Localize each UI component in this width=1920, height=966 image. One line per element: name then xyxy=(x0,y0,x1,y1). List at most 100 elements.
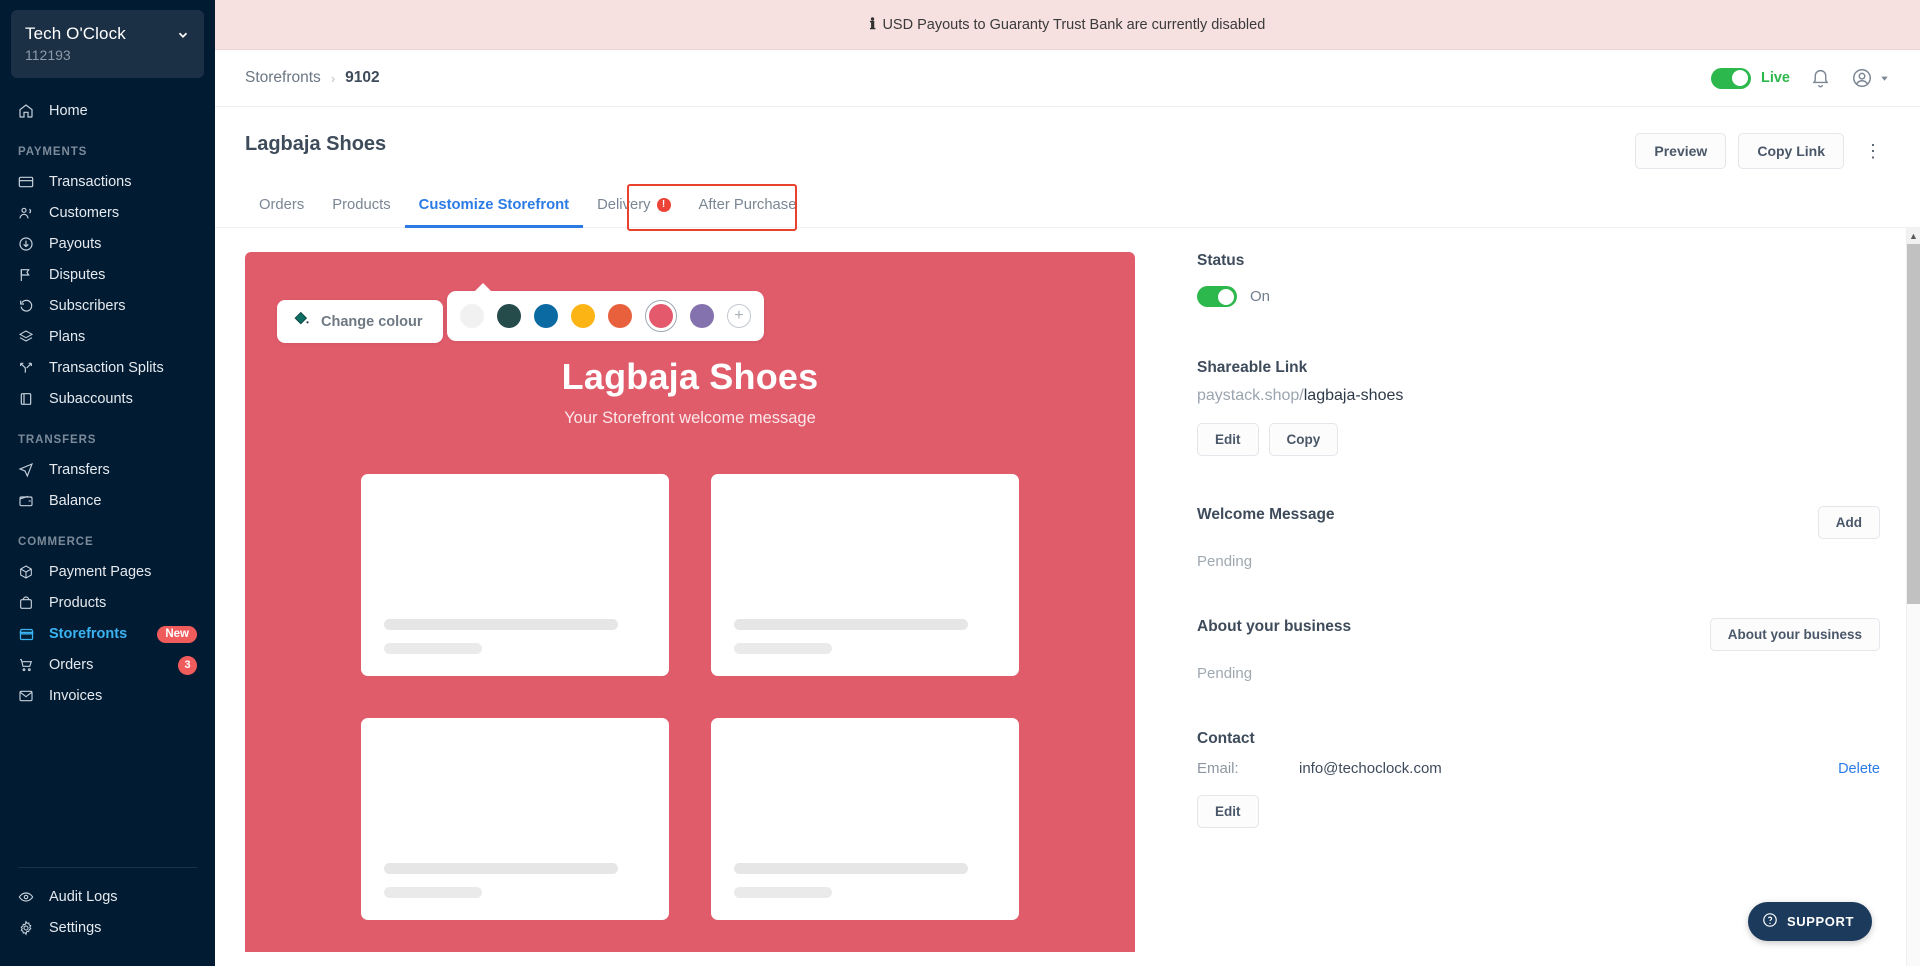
sidebar-item-customers[interactable]: Customers xyxy=(0,198,215,228)
org-switcher[interactable]: Tech O'Clock 112193 xyxy=(11,10,204,78)
vertical-scrollbar[interactable]: ▲ xyxy=(1906,228,1920,966)
sidebar-item-settings[interactable]: Settings xyxy=(0,913,215,943)
placeholder-line xyxy=(734,619,968,630)
arrow-down-circle-icon xyxy=(18,236,40,252)
scrollbar-thumb[interactable] xyxy=(1907,244,1920,604)
bag-icon xyxy=(18,595,40,611)
sidebar-item-payouts[interactable]: Payouts xyxy=(0,229,215,259)
sidebar-item-transaction-splits[interactable]: Transaction Splits xyxy=(0,353,215,383)
sidebar-item-products[interactable]: Products xyxy=(0,588,215,618)
delete-contact-link[interactable]: Delete xyxy=(1838,761,1880,777)
card-icon xyxy=(18,174,40,190)
product-placeholder-card xyxy=(361,474,669,676)
placeholder-line xyxy=(384,643,482,654)
sidebar-item-label: Orders xyxy=(49,657,94,673)
sidebar-item-label: Payouts xyxy=(49,236,102,252)
eye-icon xyxy=(18,889,40,905)
sidebar-group-commerce: COMMERCE xyxy=(18,536,94,548)
storefront-status-toggle[interactable] xyxy=(1197,286,1237,307)
shareable-link-value: paystack.shop/lagbaja-shoes xyxy=(1197,387,1880,405)
sidebar-item-label: Home xyxy=(49,103,88,119)
sidebar-item-transfers[interactable]: Transfers xyxy=(0,455,215,485)
welcome-message-title: Welcome Message xyxy=(1197,506,1335,523)
sidebar-item-transactions[interactable]: Transactions xyxy=(0,167,215,197)
mail-icon xyxy=(18,688,40,704)
edit-link-button[interactable]: Edit xyxy=(1197,423,1259,456)
product-placeholder-card xyxy=(711,474,1019,676)
sidebar-divider xyxy=(18,867,197,868)
sidebar-item-payment-pages[interactable]: Payment Pages xyxy=(0,557,215,587)
sidebar-item-label: Payment Pages xyxy=(49,564,152,580)
tab-orders[interactable]: Orders xyxy=(245,187,318,227)
swatch-option-6-selected[interactable] xyxy=(644,300,677,332)
colour-swatch-bar: + xyxy=(446,283,764,341)
copy-link-button-panel[interactable]: Copy xyxy=(1268,423,1339,456)
shareable-link-slug: lagbaja-shoes xyxy=(1303,387,1404,404)
user-circle-icon[interactable] xyxy=(1851,67,1890,89)
sidebar-item-label: Customers xyxy=(49,205,120,221)
storefront-preview: Change colour + Lagbaja Shoes Your Store… xyxy=(245,252,1135,952)
placeholder-line xyxy=(734,863,968,874)
status-title: Status xyxy=(1197,252,1245,269)
swatch-option-5[interactable] xyxy=(607,304,632,328)
placeholder-line xyxy=(734,643,832,654)
sidebar-item-label: Products xyxy=(49,595,107,611)
preview-button[interactable]: Preview xyxy=(1635,133,1727,169)
breadcrumb-current: 9102 xyxy=(345,69,380,86)
plus-circle-icon[interactable]: + xyxy=(726,304,751,328)
sidebar-item-balance[interactable]: Balance xyxy=(0,486,215,516)
split-icon xyxy=(18,360,40,376)
home-icon xyxy=(18,103,40,119)
edit-contact-button[interactable]: Edit xyxy=(1197,795,1259,828)
sidebar-item-label: Audit Logs xyxy=(49,889,118,905)
tab-delivery[interactable]: Delivery! xyxy=(583,187,684,227)
sidebar-item-label: Storefronts xyxy=(49,626,128,642)
swatch-option-1[interactable] xyxy=(459,304,484,328)
about-business-row: About your business About your business xyxy=(1197,618,1880,651)
status-value: On xyxy=(1250,288,1271,305)
page-header: Lagbaja Shoes Preview Copy Link ⋮ xyxy=(215,107,1920,169)
add-welcome-message-button[interactable]: Add xyxy=(1817,506,1880,539)
store-icon xyxy=(18,626,40,643)
support-label: SUPPORT xyxy=(1786,914,1854,929)
about-business-button[interactable]: About your business xyxy=(1709,618,1880,651)
main-area: ℹ USD Payouts to Guaranty Trust Bank are… xyxy=(215,0,1920,966)
sidebar-item-label: Invoices xyxy=(49,688,103,704)
sidebar-item-orders[interactable]: Orders 3 xyxy=(0,650,215,680)
flag-icon xyxy=(18,267,40,283)
sidebar-item-home[interactable]: Home xyxy=(0,96,215,126)
shareable-link-section: Shareable Link paystack.shop/lagbaja-sho… xyxy=(1197,359,1880,456)
sidebar-item-audit-logs[interactable]: Audit Logs xyxy=(0,882,215,912)
tab-customize-storefront[interactable]: Customize Storefront xyxy=(404,187,584,228)
tab-products[interactable]: Products xyxy=(318,187,404,227)
swatch-option-7[interactable] xyxy=(689,304,714,328)
topbar-actions: Live xyxy=(1710,67,1890,89)
bell-icon[interactable] xyxy=(1810,68,1831,89)
swatch-option-2[interactable] xyxy=(496,304,521,328)
about-business-value: Pending xyxy=(1197,665,1253,682)
change-colour-label: Change colour xyxy=(321,313,423,330)
contact-email-value: info@techoclock.com xyxy=(1299,760,1442,777)
sidebar-item-storefronts[interactable]: Storefronts New xyxy=(0,619,215,649)
sidebar-item-disputes[interactable]: Disputes xyxy=(0,260,215,290)
kebab-menu-icon[interactable]: ⋮ xyxy=(1856,142,1890,160)
about-business-section: About your business About your business … xyxy=(1197,618,1880,682)
sidebar-item-subaccounts[interactable]: Subaccounts xyxy=(0,384,215,414)
shareable-link-domain: paystack.shop/ xyxy=(1197,387,1304,404)
copy-link-button[interactable]: Copy Link xyxy=(1738,133,1844,169)
tab-after-purchase[interactable]: After Purchase xyxy=(685,187,811,227)
page-title: Lagbaja Shoes xyxy=(245,133,387,155)
change-colour-button[interactable]: Change colour xyxy=(277,300,443,343)
sidebar-item-invoices[interactable]: Invoices xyxy=(0,681,215,711)
breadcrumb-separator: › xyxy=(330,70,336,86)
swatch-option-4[interactable] xyxy=(570,304,595,328)
content-area: Change colour + Lagbaja Shoes Your Store… xyxy=(215,228,1920,966)
live-mode-toggle[interactable] xyxy=(1710,67,1751,89)
breadcrumb-storefronts[interactable]: Storefronts xyxy=(245,69,321,87)
sidebar-item-plans[interactable]: Plans xyxy=(0,322,215,352)
swatch-option-3[interactable] xyxy=(533,304,558,328)
chevron-up-icon[interactable]: ▲ xyxy=(1907,228,1920,244)
contact-email-row: Email: info@techoclock.com Delete xyxy=(1197,760,1880,777)
support-button[interactable]: SUPPORT xyxy=(1747,902,1872,941)
sidebar-item-subscribers[interactable]: Subscribers xyxy=(0,291,215,321)
